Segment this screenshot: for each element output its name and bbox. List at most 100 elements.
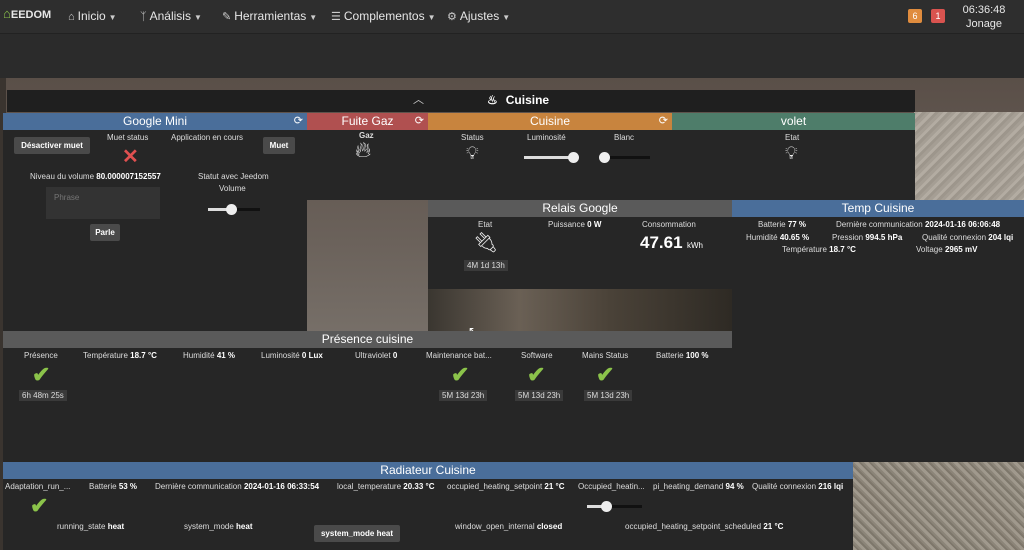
- application-label: Application en cours: [171, 133, 244, 142]
- jeedom-logo[interactable]: ⌂EEDOM: [3, 6, 51, 21]
- mains-time: 5M 13d 23h: [584, 390, 633, 401]
- muet-button[interactable]: Muet: [263, 137, 295, 154]
- relais-google-widget: Relais Google Etat 🔌︎ 4M 1d 13h Puissanc…: [428, 200, 732, 289]
- occupied-heating-setpoint: occupied_heating_setpoint 21 °C: [447, 482, 565, 491]
- mains-status-label: Mains Status: [582, 351, 629, 360]
- software-check-icon: ✔: [527, 362, 546, 387]
- plug-icon[interactable]: 🔌︎: [473, 230, 498, 255]
- presence-temperature: Température 18.7 °C: [83, 351, 157, 360]
- caret-down-icon: ▼: [193, 13, 202, 22]
- warning-badge[interactable]: 6: [908, 9, 922, 23]
- fuite-gaz-header: Fuite Gaz ⟳: [307, 113, 428, 130]
- menu-herramientas[interactable]: ✎ Herramientas ▼: [222, 9, 317, 23]
- radiateur-cuisine-widget: Radiateur Cuisine Adaptation_run_... ✔ B…: [3, 462, 853, 550]
- blanc-slider-knob[interactable]: [599, 152, 610, 163]
- running-state: running_state heat: [57, 522, 125, 531]
- flame-icon: 🔥︎: [355, 137, 372, 162]
- consommation-label: Consommation: [642, 220, 696, 229]
- presence-check-icon: ✔: [32, 362, 51, 387]
- blanc-label: Blanc: [614, 133, 635, 142]
- chevron-up-icon[interactable]: ︿: [413, 91, 424, 107]
- mains-check-icon: ✔: [596, 362, 615, 387]
- presence-time: 6h 48m 25s: [19, 390, 67, 401]
- temp-header: Temp Cuisine: [732, 200, 1024, 217]
- clock: 06:36:48 Jonage: [962, 3, 1006, 31]
- subnav-bar: [0, 34, 1024, 78]
- top-navbar: ⌂EEDOM ⌂ Inicio ▼ ᛉ Análisis ▼ ✎ Herramientas…: [0, 0, 1024, 34]
- alert-badge[interactable]: 1: [931, 9, 945, 23]
- clock-time: 06:36:48: [962, 4, 1006, 16]
- presence-batterie: Batterie 100 %: [656, 351, 709, 360]
- temp-pression: Pression 994.5 hPa: [832, 233, 903, 242]
- stethoscope-icon: ᛉ: [140, 11, 147, 23]
- caret-down-icon: ▼: [108, 13, 117, 22]
- occupied-heating-setpoint-scheduled: occupied_heating_setpoint_scheduled 21 °…: [625, 522, 784, 531]
- bulb-icon[interactable]: 💡︎: [785, 143, 798, 164]
- refresh-icon[interactable]: ⟳: [659, 113, 668, 130]
- luminosite-label: Luminosité: [527, 133, 566, 142]
- muet-status-label: Muet status: [107, 133, 149, 142]
- setpoint-slider-knob[interactable]: [601, 501, 612, 512]
- temp-cuisine-widget: Temp Cuisine Batterie 77 % Dernière comm…: [732, 200, 1024, 462]
- fuite-gaz-widget: Fuite Gaz ⟳ Gaz 🔥︎: [307, 113, 428, 200]
- volet-widget: volet Etat 💡︎: [672, 113, 915, 200]
- radiateur-qualite: Qualité connexion 216 lqi: [752, 482, 844, 491]
- temp-derniere-communication: Dernière communication 2024-01-16 06:06:…: [836, 220, 1001, 229]
- volume-label: Volume: [219, 184, 246, 193]
- maintenance-label: Maintenance bat...: [426, 351, 492, 360]
- luminosite-slider-fill: [524, 156, 573, 159]
- radiateur-header: Radiateur Cuisine: [3, 462, 853, 479]
- refresh-icon[interactable]: ⟳: [294, 113, 303, 130]
- relais-etat-label: Etat: [478, 220, 493, 229]
- pi-heating-demand: pi_heating_demand 94 %: [653, 482, 744, 491]
- desactiver-muet-button[interactable]: Désactiver muet: [14, 137, 90, 154]
- wrench-icon: ✎: [222, 11, 232, 23]
- maintenance-time: 5M 13d 23h: [439, 390, 488, 401]
- parle-button[interactable]: Parle: [90, 224, 120, 241]
- volume-slider-knob[interactable]: [226, 204, 237, 215]
- software-label: Software: [521, 351, 553, 360]
- presence-cuisine-widget: Présence cuisine Présence ✔ 6h 48m 25s T…: [3, 331, 732, 462]
- menu-ajustes[interactable]: ⚙ Ajustes ▼: [447, 9, 510, 23]
- room-header: ︿ ♨ Cuisine: [7, 90, 915, 112]
- relais-header: Relais Google: [428, 200, 732, 217]
- caret-down-icon: ▼: [309, 13, 318, 22]
- google-mini-header: Google Mini ⟳: [3, 113, 307, 130]
- refresh-icon[interactable]: ⟳: [415, 113, 424, 130]
- cooking-pot-icon: ♨: [487, 93, 498, 107]
- house-logo-icon: ⌂: [3, 6, 11, 21]
- maintenance-check-icon: ✔: [451, 362, 470, 387]
- consommation-value: 47.61 kWh: [640, 233, 703, 252]
- software-time: 5M 13d 23h: [515, 390, 564, 401]
- user-name[interactable]: Jonage: [962, 17, 1006, 31]
- presence-humidite: Humidité 41 %: [183, 351, 236, 360]
- statut-jeedom-label: Statut avec Jeedom: [198, 172, 269, 181]
- temp-temperature: Température 18.7 °C: [782, 245, 856, 254]
- temp-qualite: Qualité connexion 204 lqi: [922, 233, 1014, 242]
- luminosite-slider-knob[interactable]: [568, 152, 579, 163]
- presence-header: Présence cuisine: [3, 331, 732, 348]
- radiateur-derniere-communication: Dernière communication 2024-01-16 06:33:…: [155, 482, 320, 491]
- list-icon: ☰: [331, 11, 341, 23]
- relais-etat-time: 4M 1d 13h: [464, 260, 508, 271]
- menu-complementos[interactable]: ☰ Complementos ▼: [331, 9, 436, 23]
- menu-analisis[interactable]: ᛉ Análisis ▼: [140, 9, 202, 23]
- gear-icon: ⚙: [447, 11, 457, 23]
- menu-inicio[interactable]: ⌂ Inicio ▼: [68, 9, 117, 23]
- volet-etat-label: Etat: [785, 133, 800, 142]
- caret-down-icon: ▼: [502, 13, 511, 22]
- presence-label: Présence: [24, 351, 58, 360]
- niveau-volume: Niveau du volume 80.000007152557: [30, 172, 161, 181]
- muet-status-x-icon: ✕: [122, 146, 139, 168]
- background-ground: [850, 460, 1024, 550]
- system-mode-heat-button[interactable]: system_mode heat: [314, 525, 400, 542]
- caret-down-icon: ▼: [427, 13, 436, 22]
- phrase-input[interactable]: [46, 187, 160, 219]
- radiateur-batterie: Batterie 53 %: [89, 482, 138, 491]
- room-title: ♨ Cuisine: [487, 93, 550, 107]
- google-mini-widget: Google Mini ⟳ Désactiver muet Muet statu…: [3, 113, 307, 331]
- bulb-icon[interactable]: 💡︎: [466, 143, 479, 164]
- cuisine-header: Cuisine ⟳: [428, 113, 672, 130]
- adaptation-check-icon: ✔: [30, 493, 49, 518]
- volet-header: volet: [672, 113, 915, 130]
